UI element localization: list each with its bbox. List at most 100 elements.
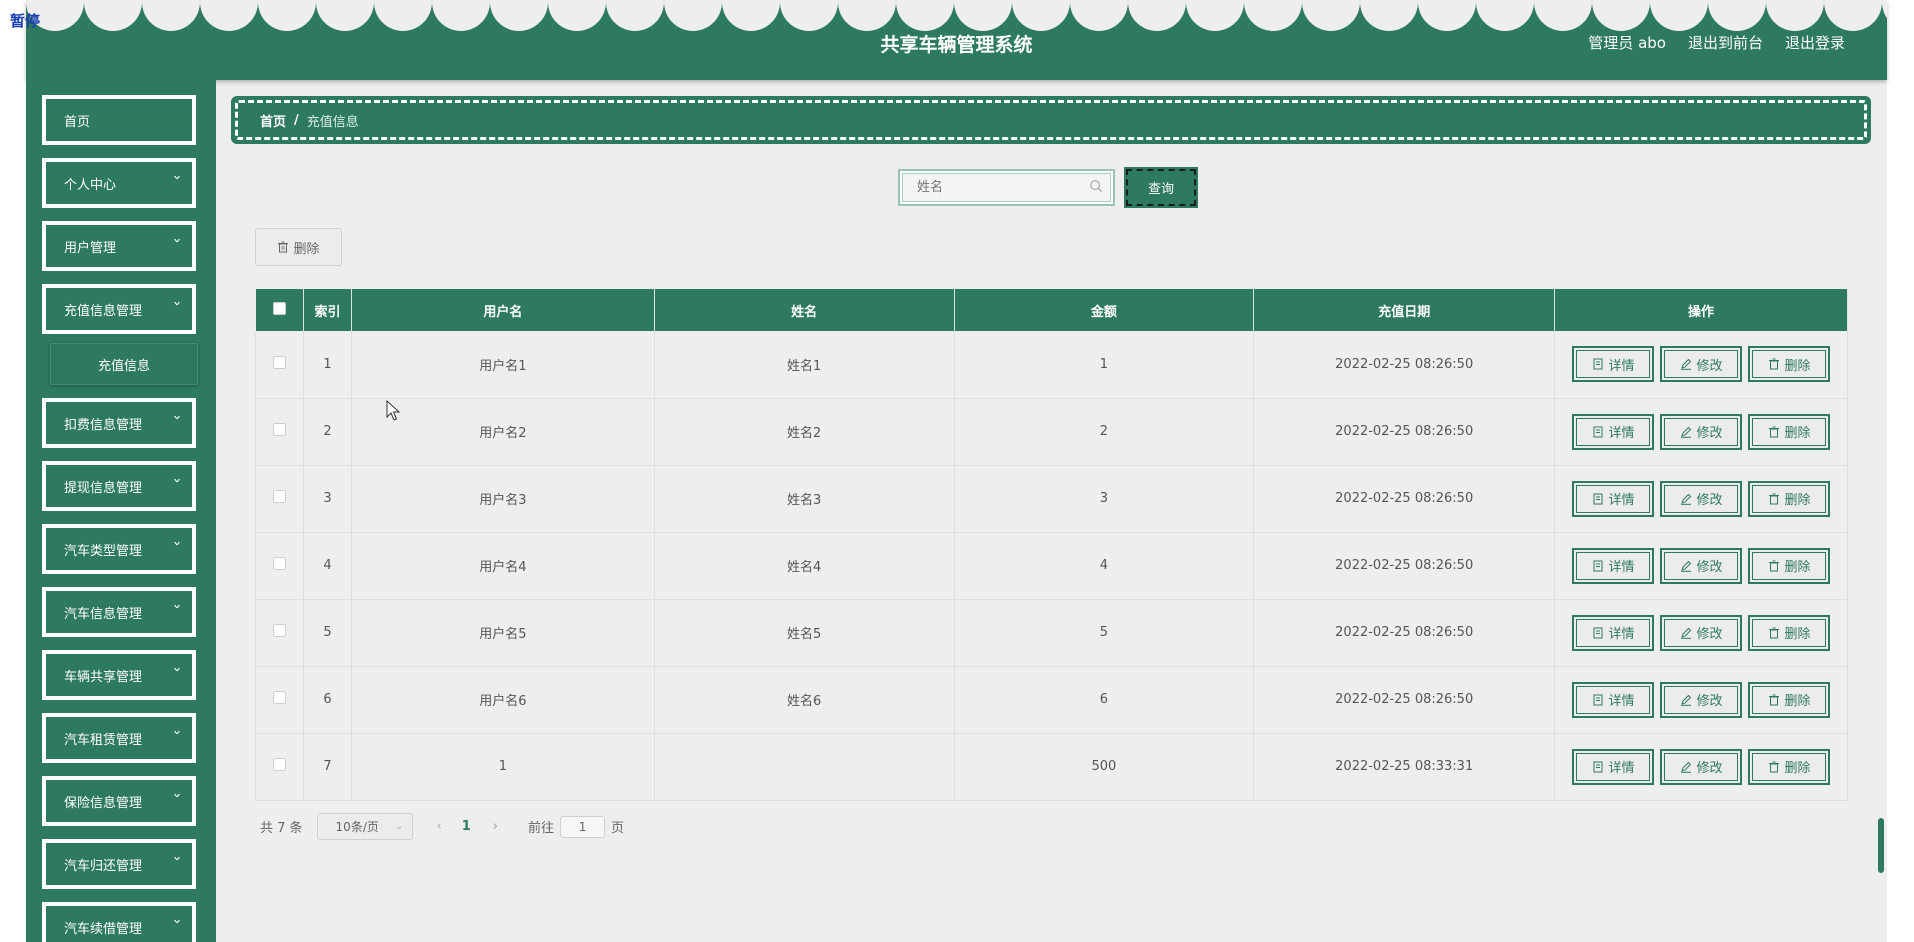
scrollbar-thumb[interactable] (1878, 818, 1884, 873)
sidebar-item-3[interactable]: 充值信息管理 ˅ (42, 284, 196, 334)
cell-date: 2022-02-25 08:26:50 (1253, 331, 1556, 399)
sidebar-item-2[interactable]: 用户管理 ˅ (42, 221, 196, 271)
detail-button[interactable]: 详情 (1572, 346, 1655, 383)
sidebar-item-12[interactable]: 汽车续借管理 ˅ (42, 902, 196, 942)
scallop-shape (1070, 0, 1128, 31)
exit-to-front-link[interactable]: 退出到前台 (1688, 32, 1763, 53)
row-checkbox[interactable] (272, 490, 286, 503)
edit-button[interactable]: 修改 (1660, 681, 1743, 718)
detail-button[interactable]: 详情 (1572, 547, 1655, 584)
page-size-value: 10条/页 (335, 820, 379, 834)
delete-button[interactable]: 删除 (1748, 681, 1831, 718)
goto-label: 前往 (528, 821, 555, 836)
detail-label: 详情 (1608, 627, 1635, 642)
delete-button[interactable]: 删除 (1748, 614, 1831, 651)
search-icon (1090, 180, 1103, 193)
scallop-shape (374, 0, 432, 31)
prev-page-icon[interactable]: ‹ (437, 819, 442, 834)
scallop-shape (1534, 0, 1592, 31)
edit-button[interactable]: 修改 (1660, 547, 1743, 584)
sidebar-item-label: 汽车租赁管理 (64, 732, 143, 748)
admin-username[interactable]: 管理员 abo (1588, 32, 1666, 53)
detail-button[interactable]: 详情 (1572, 748, 1655, 785)
row-select-cell (255, 465, 304, 533)
edit-button[interactable]: 修改 (1660, 748, 1743, 785)
scallop-shape (722, 0, 780, 31)
sidebar-item-5[interactable]: 提现信息管理 ˅ (42, 461, 196, 511)
detail-label: 详情 (1608, 560, 1635, 575)
cell-index: 7 (303, 733, 352, 801)
logout-link[interactable]: 退出登录 (1785, 32, 1845, 53)
sidebar: 首页个人中心 ˅ 用户管理 ˅ 充值信息管理 ˅ 充值信息扣费信息管理 ˅ 提现信息管理 ˅ 汽车类… (26, 80, 216, 942)
cell-amount: 1 (954, 331, 1255, 399)
detail-button[interactable]: 详情 (1572, 480, 1655, 517)
scallop-shape (200, 0, 258, 31)
breadcrumb: 首页 / 充值信息 (231, 96, 1871, 144)
delete-button[interactable]: 删除 (1748, 480, 1831, 517)
sidebar-item-9[interactable]: 汽车租赁管理 ˅ (42, 713, 196, 763)
row-select-cell (255, 398, 304, 466)
delete-label: 删除 (1784, 627, 1811, 642)
page-size-select[interactable]: 10条/页 ⌄ (316, 813, 413, 840)
delete-button[interactable]: 删除 (1748, 547, 1831, 584)
sidebar-item-6[interactable]: 汽车类型管理 ˅ (42, 524, 196, 574)
edit-button[interactable]: 修改 (1660, 346, 1743, 383)
sidebar-item-label: 车辆共享管理 (64, 669, 143, 685)
row-checkbox[interactable] (272, 691, 286, 704)
sidebar-item-7[interactable]: 汽车信息管理 ˅ (42, 587, 196, 637)
goto-page-input[interactable] (560, 815, 606, 838)
row-checkbox[interactable] (272, 624, 286, 637)
query-button[interactable]: 查询 (1124, 167, 1198, 208)
cell-date: 2022-02-25 08:26:50 (1253, 398, 1556, 466)
edit-button[interactable]: 修改 (1660, 413, 1743, 450)
scallop-shape (1766, 0, 1824, 31)
sidebar-item-label: 汽车续借管理 (64, 921, 143, 937)
select-all-checkbox[interactable] (272, 301, 286, 315)
delete-button[interactable]: 删除 (1748, 748, 1831, 785)
sidebar-item-label: 汽车信息管理 (64, 606, 143, 622)
submenu-item-recharge-info[interactable]: 充值信息 (50, 343, 198, 385)
scallop-shape (1824, 0, 1882, 31)
breadcrumb-current: 充值信息 (306, 114, 359, 130)
chevron-down-icon: ˅ (172, 541, 182, 555)
sidebar-item-0[interactable]: 首页 (42, 95, 196, 145)
detail-button[interactable]: 详情 (1572, 681, 1655, 718)
name-search-input[interactable] (902, 173, 1111, 202)
trash-icon (278, 241, 289, 253)
delete-label: 删除 (1784, 761, 1811, 776)
breadcrumb-separator: / (294, 112, 299, 128)
app-root: 共享车辆管理系统 管理员 abo 退出到前台 退出登录 暂停 首页 个人中心 ˅ 用户… (0, 0, 1914, 942)
breadcrumb-home[interactable]: 首页 (260, 111, 286, 130)
batch-delete-button[interactable]: 删除 (255, 228, 342, 266)
row-checkbox[interactable] (272, 758, 286, 771)
chevron-down-icon: ˅ (172, 604, 182, 618)
chevron-down-icon: ˅ (172, 175, 182, 189)
detail-button[interactable]: 详情 (1572, 413, 1655, 450)
row-checkbox[interactable] (272, 355, 286, 369)
cell-actions: 详情 修改 删除 (1554, 733, 1848, 801)
cell-index: 1 (303, 331, 352, 399)
page-number-current[interactable]: 1 (462, 819, 471, 834)
table-row: 6 用户名6 姓名6 6 2022-02-25 08:26:50 详情 修改 删除 (255, 666, 1848, 734)
delete-button[interactable]: 删除 (1748, 413, 1831, 450)
row-checkbox[interactable] (272, 423, 286, 436)
edit-button[interactable]: 修改 (1660, 480, 1743, 517)
row-checkbox[interactable] (272, 557, 286, 570)
trash-icon (1768, 426, 1779, 437)
edit-button[interactable]: 修改 (1660, 614, 1743, 651)
sidebar-item-4[interactable]: 扣费信息管理 ˅ (42, 398, 196, 448)
sidebar-item-11[interactable]: 汽车归还管理 ˅ (42, 839, 196, 889)
cell-name: 姓名1 (654, 331, 955, 399)
sidebar-item-label: 首页 (64, 114, 91, 130)
cell-name: 姓名5 (654, 599, 955, 667)
sidebar-item-8[interactable]: 车辆共享管理 ˅ (42, 650, 196, 700)
detail-button[interactable]: 详情 (1572, 614, 1655, 651)
edit-pen-icon (1680, 627, 1691, 639)
sidebar-item-label: 充值信息管理 (64, 303, 143, 319)
next-page-icon[interactable]: › (493, 819, 498, 834)
delete-button[interactable]: 删除 (1748, 346, 1831, 383)
sidebar-item-10[interactable]: 保险信息管理 ˅ (42, 776, 196, 826)
sidebar-item-1[interactable]: 个人中心 ˅ (42, 158, 196, 208)
chevron-down-icon: ˅ (172, 301, 182, 315)
column-header-username: 用户名 (351, 289, 655, 331)
